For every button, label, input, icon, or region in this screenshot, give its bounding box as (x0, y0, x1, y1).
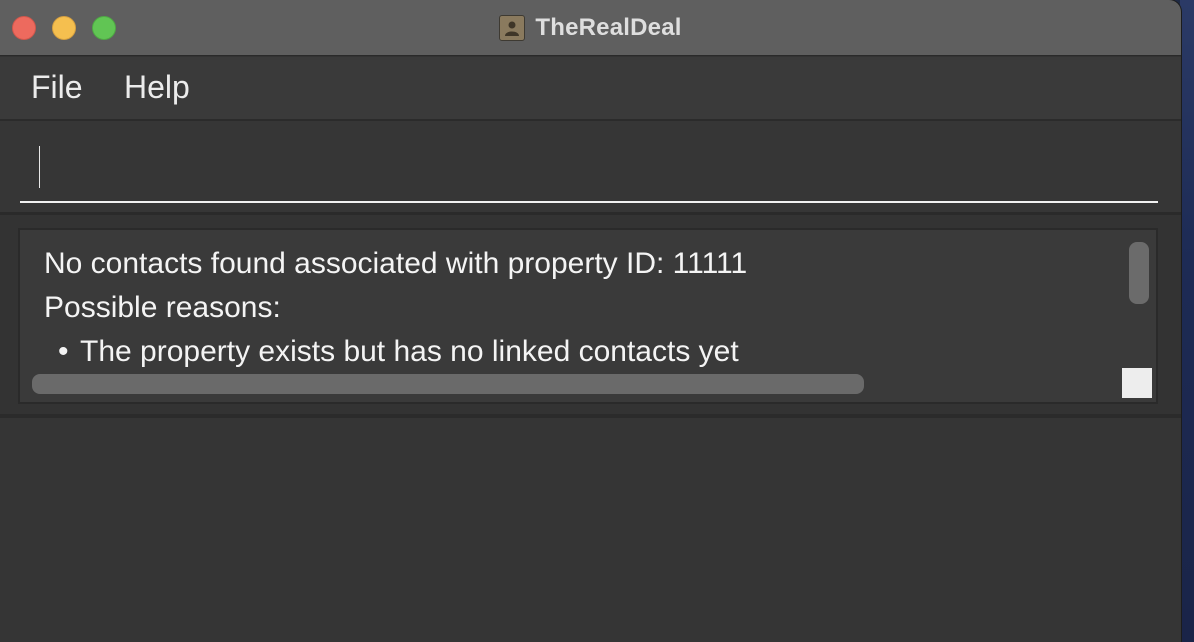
result-display[interactable]: No contacts found associated with proper… (18, 228, 1158, 404)
title-bar[interactable]: TheRealDeal (0, 0, 1181, 56)
result-message: No contacts found associated with proper… (44, 247, 748, 280)
scroll-corner (1122, 368, 1152, 398)
app-window: TheRealDeal File Help No contacts found … (0, 0, 1181, 642)
command-input[interactable] (20, 135, 1158, 203)
address-book-icon (499, 15, 526, 41)
menu-bar: File Help (0, 57, 1181, 121)
menu-help[interactable]: Help (124, 69, 190, 106)
window-title: TheRealDeal (535, 14, 682, 41)
bullet-icon: • (58, 335, 69, 368)
result-reason-text: The property exists but has no linked co… (80, 335, 739, 368)
list-panel (0, 418, 1181, 642)
window-title-group: TheRealDeal (0, 0, 1181, 56)
menu-file[interactable]: File (31, 69, 83, 106)
text-caret (39, 146, 40, 188)
result-reason-item: • The property exists but has no linked c… (44, 330, 1114, 374)
result-reasons-heading: Possible reasons: (44, 291, 281, 324)
desktop-background (1180, 0, 1194, 642)
command-box (0, 121, 1181, 215)
vertical-scrollbar-thumb[interactable] (1129, 242, 1149, 304)
result-text-area: No contacts found associated with proper… (44, 242, 1114, 374)
horizontal-scrollbar-thumb[interactable] (32, 374, 864, 394)
